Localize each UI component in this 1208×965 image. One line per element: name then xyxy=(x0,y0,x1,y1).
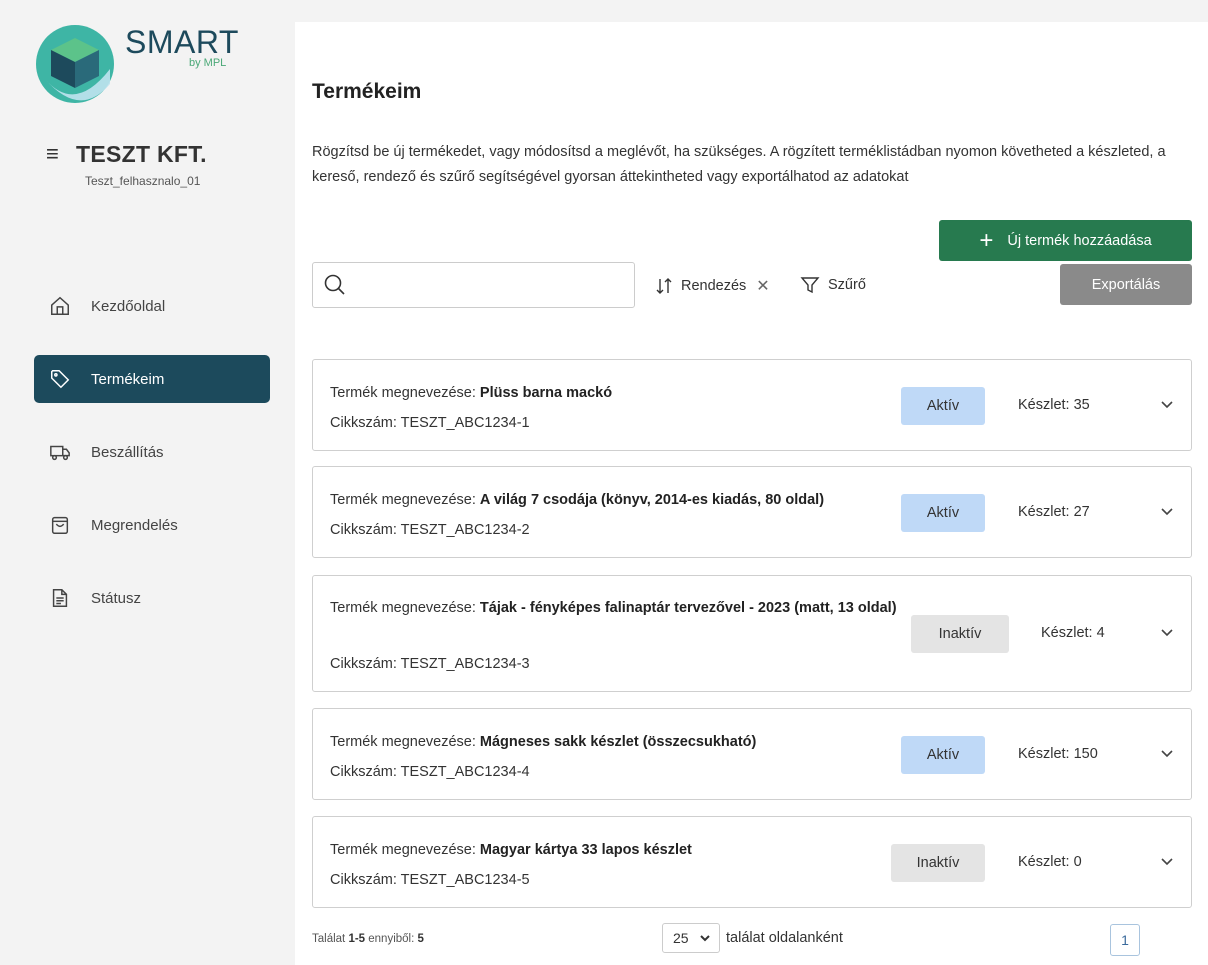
filter-icon xyxy=(800,277,820,294)
company-name: TESZT KFT. xyxy=(76,140,207,167)
product-name: Termék megnevezése: Plüss barna mackó xyxy=(330,385,613,401)
home-icon xyxy=(51,296,69,315)
per-page-value: 25 xyxy=(673,930,689,946)
page-description: Rögzítsd be új termékedet, vagy módosíts… xyxy=(312,144,1166,185)
product-card[interactable]: Termék megnevezése: Mágneses sakk készle… xyxy=(312,708,1192,800)
account-info: ≡ TESZT KFT. Teszt_felhasznalo_01 xyxy=(46,140,207,189)
product-name: Termék megnevezése: Magyar kártya 33 lap… xyxy=(330,842,692,858)
filter-label: Szűrő xyxy=(828,277,866,293)
product-sku: Cikkszám: TESZT_ABC1234-3 xyxy=(330,656,530,672)
product-stock: Készlet: 35 xyxy=(1018,397,1090,413)
tag-icon xyxy=(51,370,70,389)
sidebar-item-megrendeles[interactable]: Megrendelés xyxy=(34,501,270,549)
product-stock: Készlet: 27 xyxy=(1018,504,1090,520)
sidebar: SMART by MPL ≡ TESZT KFT. Teszt_felhaszn… xyxy=(0,0,285,965)
product-sku: Cikkszám: TESZT_ABC1234-2 xyxy=(330,522,530,538)
sort-control[interactable]: Rendezés ✕ xyxy=(655,276,770,296)
page-button-current[interactable]: 1 xyxy=(1110,924,1140,956)
shopping-bag-icon xyxy=(51,516,69,534)
chevron-down-icon[interactable] xyxy=(1159,625,1175,641)
add-product-button[interactable]: + Új termék hozzáadása xyxy=(939,220,1192,261)
export-button[interactable]: Exportálás xyxy=(1060,264,1192,305)
sort-arrows-icon xyxy=(656,278,672,294)
product-sku: Cikkszám: TESZT_ABC1234-1 xyxy=(330,415,530,431)
product-card[interactable]: Termék megnevezése: Tájak - fényképes fa… xyxy=(312,575,1192,692)
hamburger-menu-icon[interactable]: ≡ xyxy=(46,140,76,168)
per-page-select[interactable]: 25 xyxy=(662,923,720,953)
product-name: Termék megnevezése: A világ 7 csodája (k… xyxy=(330,492,825,508)
chevron-down-icon[interactable] xyxy=(1159,397,1175,413)
product-name: Termék megnevezése: Mágneses sakk készle… xyxy=(330,734,757,750)
product-card[interactable]: Termék megnevezése: Magyar kártya 33 lap… xyxy=(312,816,1192,908)
status-badge: Aktív xyxy=(901,736,985,774)
document-icon xyxy=(52,589,68,607)
add-product-label: Új termék hozzáadása xyxy=(1007,232,1152,249)
user-name: Teszt_felhasznalo_01 xyxy=(85,174,201,188)
status-badge: Inaktív xyxy=(911,615,1009,653)
product-sku: Cikkszám: TESZT_ABC1234-4 xyxy=(330,764,530,780)
sidebar-item-termekeim[interactable]: Termékeim xyxy=(34,355,270,403)
search-icon xyxy=(324,274,345,295)
product-card[interactable]: Termék megnevezése: A világ 7 csodája (k… xyxy=(312,466,1192,558)
sort-label: Rendezés xyxy=(681,278,747,294)
product-stock: Készlet: 4 xyxy=(1041,625,1105,641)
sidebar-item-kezdooldal[interactable]: Kezdőoldal xyxy=(34,282,270,330)
sidebar-item-beszallitas[interactable]: Beszállítás xyxy=(34,428,270,476)
product-card[interactable]: Termék megnevezése: Plüss barna mackó Ci… xyxy=(312,359,1192,451)
sidebar-item-label: Státusz xyxy=(91,589,142,607)
clear-sort-icon[interactable]: ✕ xyxy=(756,276,769,296)
chevron-down-icon xyxy=(699,935,710,942)
per-page-control: 25 találat oldalanként xyxy=(662,923,843,953)
chevron-down-icon[interactable] xyxy=(1159,746,1175,762)
main-content: Termékeim Rögzítsd be új termékedet, vag… xyxy=(295,22,1208,965)
status-badge: Inaktív xyxy=(891,844,985,882)
product-sku: Cikkszám: TESZT_ABC1234-5 xyxy=(330,872,530,888)
filter-control[interactable]: Szűrő xyxy=(800,275,866,295)
sidebar-nav: Kezdőoldal Termékeim Beszállítás Megrend… xyxy=(34,282,270,647)
brand-name: SMART xyxy=(125,24,239,60)
per-page-label: találat oldalanként xyxy=(726,930,843,946)
status-badge: Aktív xyxy=(901,387,985,425)
search-input[interactable] xyxy=(355,276,634,294)
truck-icon xyxy=(50,445,70,461)
product-stock: Készlet: 0 xyxy=(1018,854,1082,870)
plus-icon: + xyxy=(979,226,994,254)
product-stock: Készlet: 150 xyxy=(1018,746,1098,762)
sidebar-item-label: Kezdőoldal xyxy=(91,297,166,315)
result-count: Találat 1-5 ennyiből: 5 xyxy=(312,933,424,945)
sidebar-item-statusz[interactable]: Státusz xyxy=(34,574,270,622)
sidebar-item-label: Termékeim xyxy=(91,370,165,388)
sidebar-item-label: Beszállítás xyxy=(91,443,164,461)
product-name: Termék megnevezése: Tájak - fényképes fa… xyxy=(330,600,897,616)
chevron-down-icon[interactable] xyxy=(1159,504,1175,520)
sidebar-item-label: Megrendelés xyxy=(91,516,178,534)
search-box[interactable] xyxy=(312,262,635,308)
page-title: Termékeim xyxy=(312,80,422,103)
status-badge: Aktív xyxy=(901,494,985,532)
chevron-down-icon[interactable] xyxy=(1159,854,1175,870)
